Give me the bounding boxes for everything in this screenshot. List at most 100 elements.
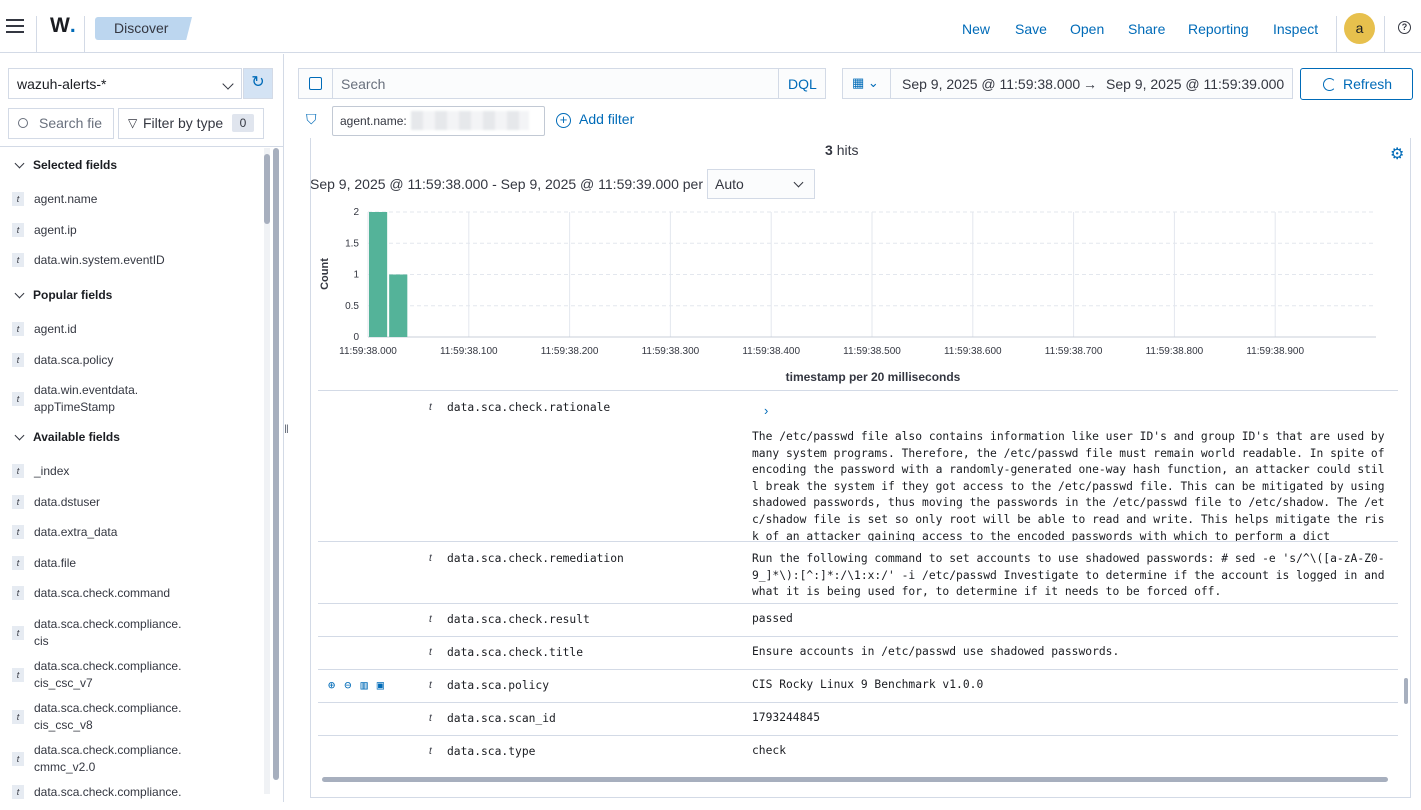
end-date[interactable]: Sep 9, 2025 @ 11:59:39.000 xyxy=(1106,76,1284,92)
x-tick-label-3: 11:59:38.300 xyxy=(642,346,700,357)
document-row[interactable]: t data.sca.scan_id 1793244845 xyxy=(318,702,1398,735)
gear-icon[interactable]: ⚙ xyxy=(1390,144,1404,164)
histogram-chart: 0 0.5 1 1.5 2 11:59:38.000 11:59:38.100 11:59:3… xyxy=(319,207,1376,384)
sidebar-scrollbar[interactable] xyxy=(264,148,270,794)
filter-icon[interactable]: ⛉ xyxy=(306,111,317,128)
add-filter-button[interactable]: + Add filter xyxy=(556,111,634,128)
popular-fields-heading[interactable]: Popular fields xyxy=(14,288,112,302)
redacted-value xyxy=(411,111,529,130)
x-tick-label-2: 11:59:38.200 xyxy=(541,346,599,357)
filter-exists-icon[interactable]: ▣ xyxy=(377,678,384,692)
field-key: data.sca.check.result xyxy=(447,613,590,626)
document-row[interactable]: t data.sca.check.rationale The /etc/passwd… xyxy=(318,390,1398,541)
interval-select[interactable]: Auto xyxy=(707,169,815,199)
expand-chevron-icon[interactable]: › xyxy=(764,403,768,418)
help-icon[interactable]: ? xyxy=(1398,21,1411,34)
search-field-names-input[interactable]: Search fie xyxy=(8,108,114,139)
document-row[interactable]: t data.sca.check.title Ensure accounts in … xyxy=(318,636,1398,669)
plus-circle-icon: + xyxy=(556,113,571,128)
document-row[interactable]: t data.sca.check.remediation Run the follo… xyxy=(318,541,1398,603)
field-value: Run the following command to set account… xyxy=(752,552,1392,599)
field-name: data.sca.check.compliance. cis_csc_v8 xyxy=(34,700,182,732)
string-type-icon: t xyxy=(12,586,24,600)
document-row[interactable]: t data.sca.type check xyxy=(318,735,1398,768)
string-type-icon: t xyxy=(429,746,432,757)
string-type-icon: t xyxy=(429,553,432,564)
breadcrumb-discover[interactable]: Discover xyxy=(95,17,192,40)
query-bar: Search DQL xyxy=(298,68,826,99)
field-sidebar: wazuh-alerts-* ↻ Search fie ▽ Filter by t… xyxy=(0,54,284,802)
sidebar-scrollbar-outer[interactable] xyxy=(273,148,279,794)
divider xyxy=(36,16,37,52)
selected-fields-heading[interactable]: Selected fields xyxy=(14,158,117,172)
zoom-in-icon[interactable]: ⊕ xyxy=(328,678,335,692)
string-type-icon: t xyxy=(12,253,24,267)
document-row[interactable]: t data.sca.check.result passed xyxy=(318,603,1398,636)
open-button[interactable]: Open xyxy=(1070,21,1104,37)
field-key: data.sca.check.title xyxy=(447,646,584,659)
y-tick-label-4: 2 xyxy=(353,207,359,218)
filter-by-type-button[interactable]: ▽ Filter by type 0 xyxy=(118,108,264,139)
string-type-icon: t xyxy=(12,751,24,766)
field-name: data.sca.check.compliance. cis xyxy=(34,616,182,648)
field-key: data.sca.type xyxy=(447,745,536,758)
field-name: data.win.system.eventID xyxy=(34,253,165,267)
index-pattern-select[interactable]: wazuh-alerts-* xyxy=(8,68,242,99)
x-tick-label-7: 11:59:38.700 xyxy=(1045,346,1103,357)
y-tick-label-3: 1.5 xyxy=(345,238,359,249)
string-type-icon: t xyxy=(12,352,24,367)
y-tick-label-0: 0 xyxy=(353,332,359,343)
string-type-icon: t xyxy=(12,784,24,799)
resize-handle[interactable]: ‖ xyxy=(284,422,289,436)
inspect-button[interactable]: Inspect xyxy=(1273,21,1318,37)
save-query-icon[interactable] xyxy=(299,69,333,98)
field-value: check xyxy=(752,744,787,757)
field-name: agent.id xyxy=(34,322,77,336)
y-axis-label: Count xyxy=(319,258,331,290)
string-type-icon: t xyxy=(429,647,432,658)
document-row[interactable]: t data.sca.policy CIS Rocky Linux 9 Benchm… xyxy=(318,669,1398,702)
x-tick-label-0: 11:59:38.000 xyxy=(339,346,397,357)
refresh-index-icon[interactable]: ↻ xyxy=(243,68,273,99)
zoom-out-icon[interactable]: ⊖ xyxy=(344,678,351,692)
string-type-icon: t xyxy=(429,680,432,691)
share-button[interactable]: Share xyxy=(1128,21,1165,37)
field-key: data.sca.scan_id xyxy=(447,712,556,725)
save-button[interactable]: Save xyxy=(1015,21,1047,37)
calendar-icon[interactable]: ▦ ⌄ xyxy=(843,69,891,98)
field-value: CIS Rocky Linux 9 Benchmark v1.0.0 xyxy=(752,678,984,691)
document-table: t data.sca.check.rationale The /etc/passwd… xyxy=(318,390,1398,770)
string-type-icon: t xyxy=(429,614,432,625)
string-type-icon: t xyxy=(12,322,24,336)
wazuh-logo[interactable]: W. xyxy=(50,14,76,38)
menu-icon[interactable] xyxy=(6,19,24,33)
string-type-icon: t xyxy=(12,494,24,509)
filter-icon: ▽ xyxy=(128,116,138,130)
reporting-button[interactable]: Reporting xyxy=(1188,21,1249,37)
string-type-icon: t xyxy=(12,222,24,237)
toggle-column-icon[interactable]: ▥ xyxy=(360,678,367,692)
x-tick-label-9: 11:59:38.900 xyxy=(1246,346,1304,357)
user-avatar[interactable]: a xyxy=(1344,13,1375,44)
histogram-bar-0 xyxy=(369,212,388,337)
field-value: Ensure accounts in /etc/passwd use shado… xyxy=(752,645,1120,658)
available-fields-heading[interactable]: Available fields xyxy=(14,430,120,444)
field-name: data.file xyxy=(34,555,77,570)
search-icon xyxy=(18,118,28,128)
start-date[interactable]: Sep 9, 2025 @ 11:59:38.000 xyxy=(902,76,1080,92)
refresh-button[interactable]: Refresh xyxy=(1300,68,1413,100)
horizontal-scrollbar[interactable] xyxy=(322,777,1388,782)
search-input[interactable]: Search xyxy=(341,76,385,92)
string-type-icon: t xyxy=(12,192,24,206)
field-value: passed xyxy=(752,612,793,625)
dql-button[interactable]: DQL xyxy=(778,69,825,98)
new-button[interactable]: New xyxy=(962,21,990,37)
document-scrollbar[interactable] xyxy=(1404,678,1408,704)
field-value: The /etc/passwd file also contains infor… xyxy=(752,430,1392,541)
field-name: data.sca.check.compliance. cis_csc_v7 xyxy=(34,658,182,690)
date-picker: ▦ ⌄ Sep 9, 2025 @ 11:59:38.000 → Sep 9, … xyxy=(842,68,1293,99)
string-type-icon: t xyxy=(12,464,24,478)
row-actions: ⊕ ⊖ ▥ ▣ xyxy=(328,678,393,692)
filter-pill[interactable]: agent.name: xyxy=(332,106,545,136)
refresh-icon xyxy=(1323,78,1336,91)
